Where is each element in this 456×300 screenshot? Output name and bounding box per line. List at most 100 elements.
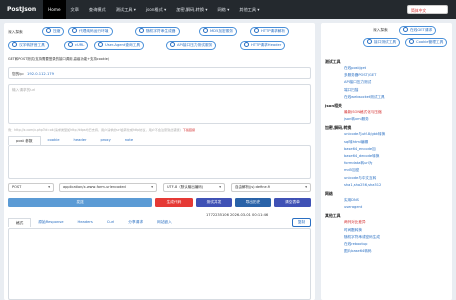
copy-button[interactable]: 复制 [292,218,311,227]
sidebar-link[interactable]: 多服务器POST/GET [344,72,452,79]
quick-link-compress[interactable]: 压缩 [42,27,65,36]
timestamp: 1772235106 2026-03-01 00:11:46 [206,213,269,217]
param-tabs: post 参数 cookie header proxy note [8,136,140,145]
sidebar-link[interactable]: base64_decode转换 [344,153,452,160]
download-link[interactable]: 下载链接 [183,128,195,132]
url-hint-text: 例：http://x.com/x.php?id=ok(请求类型如http,htt… [8,128,181,132]
sidebar-link[interactable]: 实用DNS [344,197,452,204]
sidebar-section-title: 加密,解码,转换 [325,124,352,130]
chevron-down-icon: ▾ [305,185,307,189]
sidebar-section-title: 其他工具 [325,212,341,218]
nav-encrypt-decode[interactable]: 加密,解码,转换 ▾ [171,0,212,19]
sidebar-link[interactable]: sha1,sha256,sha512 [344,182,452,189]
sidebar-link[interactable]: 最新JSON格式化与压缩 [344,109,452,116]
nav-query-mode[interactable]: 查询模式 [84,0,111,19]
sidebar-link[interactable]: 在线rebootup [344,241,452,248]
sidebar-link[interactable]: 两列对比差异 [344,219,452,226]
chevron-down-icon: ▾ [151,185,153,189]
sidebar-link[interactable]: unicode与中文互转 [344,175,452,182]
tab-curl[interactable]: Curl [100,218,121,227]
nav-json-format[interactable]: json格式 ▾ [141,0,171,19]
tab-cookie[interactable]: cookie [41,136,67,145]
quick-link-user-agent[interactable]: User-Agent查询工具 [94,41,145,50]
custom-parse-select[interactable]: 自由解析(js):define.fi ▾ [231,183,311,192]
clear-form-button[interactable]: 清空表单 [274,198,311,207]
top-navbar: PostJson Home 文章 查询模式 测试工具 ▾ json格式 ▾ 加密… [0,0,456,19]
sidebar-link[interactable]: unicode与utf-8/gbk转换 [344,131,452,138]
sidebar-section-title: json相关 [325,102,342,108]
tab-raw-response[interactable]: 原始Response [31,218,70,227]
chevron-down-icon: ▾ [48,185,50,189]
tab-headers[interactable]: Headers [70,218,99,227]
link-icon [403,27,408,32]
tab-embed[interactable]: 网站嵌入 [150,218,179,227]
content-type-select[interactable]: application/x-www-form-urlencoded ▾ [59,183,157,192]
link-icon [170,42,175,47]
sidebar-link-get[interactable]: 在线GET请求 [399,26,437,35]
quick-link-random-string[interactable]: 随机字符串生成器 [135,27,180,36]
tab-format[interactable]: 格式 [8,218,32,227]
link-icon [139,28,144,33]
url-input[interactable]: 输入请求的url [8,84,311,124]
sidebar-link[interactable]: md5加密 [344,167,452,174]
nav-network[interactable]: 网络 ▾ [212,0,234,19]
post-params-textarea[interactable] [8,145,311,179]
ip-value: 192.0.112.179 [27,71,54,76]
sidebar-link[interactable]: useragent [344,204,452,211]
send-button[interactable]: 发送 [8,198,152,207]
ip-field: 您的ip: 192.0.112.179 [8,67,311,79]
sidebar-link-api-test[interactable]: 接口测试工具 [363,38,401,47]
sidebar-link[interactable]: 在线websocket测试工具 [344,94,452,101]
url-placeholder: 输入请求的url [12,88,36,92]
quick-link-curl[interactable]: cURL [64,41,89,50]
generate-code-button[interactable]: 生成代码 [155,198,193,207]
link-icon [367,39,372,44]
sidebar: 深入探索 在线GET请求 接口测试工具 Cookie管理工具 测试工具 在线pos… [321,23,452,300]
sidebar-link[interactable]: 端口扫描 [344,87,452,94]
sidebar-section-title: 测试工具 [325,58,341,64]
response-output [8,228,311,300]
sidebar-link[interactable]: formdata转url为 [344,160,452,167]
tab-header[interactable]: header [66,136,93,145]
quick-link-api-stress[interactable]: API接口压力测试服务 [166,41,217,50]
nav-test-tools[interactable]: 测试工具 ▾ [111,0,141,19]
result-tabs: 格式 原始Response Headers Curl 分享请求 网站嵌入 [8,218,179,227]
quick-link-http-parse[interactable]: HTTP请求解析 [250,27,290,36]
sidebar-link[interactable]: json转xml服务 [344,116,452,123]
method-select[interactable]: POST ▾ [8,183,54,192]
nav-other-tools[interactable]: 其他工具 ▾ [234,0,264,19]
quick-links-label: 深入探索 [8,30,23,34]
quick-link-http-header[interactable]: HTTP请求Header [240,41,286,50]
brand-logo[interactable]: PostJson [0,6,43,13]
nav-articles[interactable]: 文章 [66,0,84,19]
sidebar-link[interactable]: base64_encode加 [344,146,452,153]
chevron-down-icon: ▾ [219,185,221,189]
language-select[interactable]: 简体中文 [407,5,448,14]
link-icon [98,42,103,47]
quick-link-proxy[interactable]: 代理纯码运行环境 [68,27,113,36]
sidebar-explore-label: 深入探索 [373,28,388,32]
quick-link-pinyin[interactable]: 汉字转拼音工具 [8,41,49,50]
tab-share-request[interactable]: 分享请求 [121,218,150,227]
nav-home[interactable]: Home [43,0,66,19]
sidebar-sections: 测试工具 在线post/get 多服务器POST/GET API接口压力测试 端口扫描在… [321,57,452,255]
sidebar-link[interactable]: 在线post/get [344,65,452,72]
sidebar-link-cookie[interactable]: Cookie管理工具 [405,38,448,47]
test-concurrency-button[interactable]: 测试并发 [196,198,232,207]
link-icon [409,39,414,44]
link-icon [254,28,259,33]
sidebar-link[interactable]: 随机字符串或密码生成 [344,234,452,241]
link-icon [72,28,77,33]
sidebar-link[interactable]: API接口压力测试 [344,79,452,86]
export-history-button[interactable]: 导出历史 [235,198,271,207]
link-icon [203,28,208,33]
quick-link-md5[interactable]: MD5加密服务 [199,27,238,36]
tab-note[interactable]: note [118,136,140,145]
charset-select[interactable]: UTF-8（默认输出编码) ▾ [163,183,225,192]
sidebar-link[interactable]: 时间戳转换 [344,227,452,234]
sidebar-link[interactable]: sql转html编辑 [344,139,452,146]
tab-proxy[interactable]: proxy [93,136,117,145]
sidebar-section-title: 网络 [325,190,333,196]
tab-post-params[interactable]: post 参数 [8,136,41,145]
sidebar-link[interactable]: 图片base64转码 [344,248,452,255]
